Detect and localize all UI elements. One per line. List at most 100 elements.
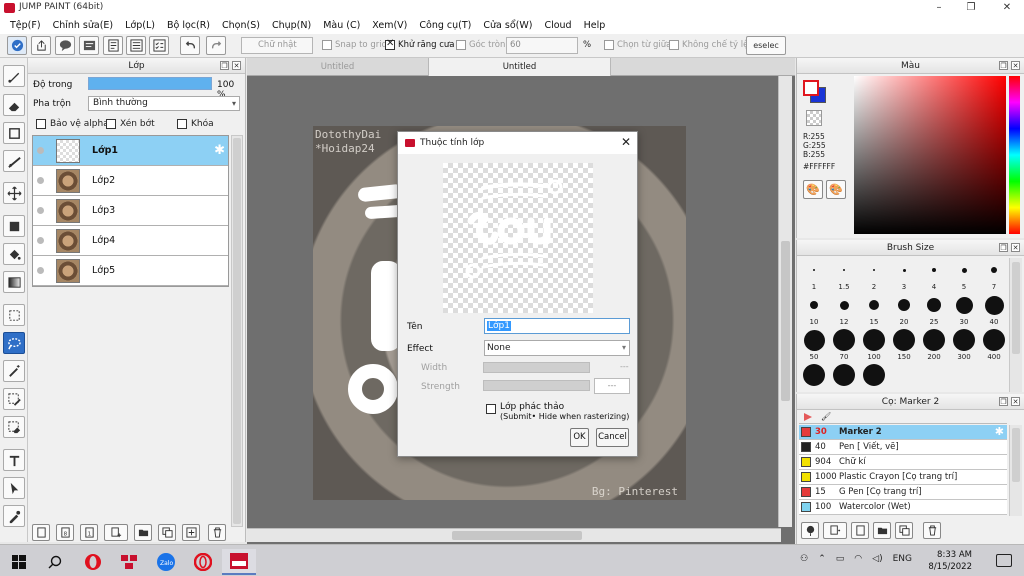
scroll-thumb[interactable] (781, 241, 790, 401)
visibility-icon[interactable] (37, 207, 44, 214)
menu-view[interactable]: Xem(V) (366, 20, 413, 31)
brush-size-cell[interactable]: 12 (829, 293, 859, 330)
sub-tool-row[interactable]: 904 Chữ kí (799, 455, 1007, 470)
brush-category-icon[interactable]: 🖌 (821, 412, 831, 421)
layer-row[interactable]: Lớp4 (33, 226, 228, 256)
panel-float-button[interactable]: ❐ (999, 61, 1008, 70)
layer-row[interactable]: Lớp3 (33, 196, 228, 226)
menu-cloud[interactable]: Cloud (538, 20, 577, 31)
visibility-icon[interactable] (37, 237, 44, 244)
clock[interactable]: 8:33 AM 8/15/2022 (928, 549, 972, 573)
panel-float-button[interactable]: ❐ (999, 243, 1008, 252)
opacity-slider[interactable] (88, 77, 212, 90)
brush-menu-button[interactable] (823, 522, 847, 539)
panel-float-button[interactable]: ❐ (220, 61, 229, 70)
tool-lasso[interactable] (3, 332, 25, 354)
saturation-value-picker[interactable] (854, 76, 1006, 234)
scroll-thumb[interactable] (1012, 428, 1020, 482)
tool-select-pen[interactable] (3, 388, 25, 410)
sketch-layer-checkbox[interactable] (486, 404, 496, 414)
battery-icon[interactable]: ▭ (836, 554, 845, 564)
taskbar-zalo[interactable]: Zalo (149, 549, 183, 575)
effect-select[interactable]: None (484, 340, 630, 356)
brush-size-cell[interactable]: 400 (979, 328, 1009, 365)
delete-layer-button[interactable] (208, 524, 226, 541)
tool-eraser[interactable] (3, 94, 25, 116)
shape-combo[interactable]: Chữ nhật (241, 37, 313, 54)
layer-name-input[interactable]: Lớp1 (484, 318, 630, 334)
hue-slider[interactable] (1009, 76, 1020, 234)
tool-select-rect[interactable] (3, 304, 25, 326)
brush-size-cell[interactable]: 70 (829, 328, 859, 365)
play-icon[interactable] (804, 413, 812, 421)
tool-select-eraser[interactable] (3, 416, 25, 438)
layer-row[interactable]: Lớp2 (33, 166, 228, 196)
clip-checkbox[interactable]: Xén bớt (106, 119, 155, 129)
sub-tool-row[interactable]: 40 Pen [ Viết, vẽ] (799, 440, 1007, 455)
menu-tools[interactable]: Công cụ(T) (413, 20, 477, 31)
menu-capture[interactable]: Chụp(N) (266, 20, 317, 31)
lock-checkbox[interactable]: Khóa (177, 119, 214, 129)
brush-size-cell[interactable]: 150 (889, 328, 919, 365)
taskbar-jump-paint[interactable] (222, 549, 256, 575)
foreground-color-swatch[interactable] (803, 80, 819, 96)
brush-size-cell[interactable]: 1.5 (829, 258, 859, 295)
scroll-thumb[interactable] (452, 531, 582, 540)
menu-select[interactable]: Chọn(S) (216, 20, 266, 31)
tool-line[interactable] (3, 150, 25, 172)
cancel-button[interactable]: Cancel (596, 428, 629, 447)
blend-mode-select[interactable]: Bình thường (88, 96, 240, 111)
brush-size-cell[interactable]: 2 (859, 258, 889, 295)
protect-alpha-checkbox[interactable]: Bảo vệ alpha (36, 119, 109, 129)
notification-icon[interactable] (996, 554, 1012, 567)
palette-edit-button[interactable]: 🎨 (826, 180, 846, 199)
layer-list-scrollbar[interactable] (231, 135, 243, 527)
new-1bit-layer-button[interactable]: 1 (80, 524, 98, 541)
brush-size-cell[interactable]: 4 (919, 258, 949, 295)
visibility-icon[interactable] (37, 147, 44, 154)
new-8bit-layer-button[interactable]: 8 (56, 524, 74, 541)
dialog-close-button[interactable]: ✕ (621, 135, 631, 149)
language-indicator[interactable]: ENG (893, 554, 912, 564)
strength-value-button[interactable]: --- (594, 378, 630, 394)
panel-close-button[interactable]: ✕ (1011, 243, 1020, 252)
fg-bg-swatches[interactable] (803, 80, 827, 104)
menu-filter[interactable]: Bộ lọc(R) (161, 20, 216, 31)
sub-tool-row[interactable]: 15 G Pen [Cọ trang trí] (799, 485, 1007, 500)
add-brush-button[interactable] (801, 522, 819, 539)
chevron-up-icon[interactable]: ⌃ (818, 554, 826, 564)
checklist-button[interactable] (149, 36, 169, 55)
visibility-icon[interactable] (37, 177, 44, 184)
brush-size-cell[interactable]: 10 (799, 293, 829, 330)
brush-size-cell[interactable]: 100 (859, 328, 889, 365)
menu-window[interactable]: Cửa sổ(W) (477, 20, 538, 31)
comment-button[interactable] (55, 36, 75, 55)
snap-to-grid-checkbox[interactable]: Snap to grid (322, 40, 387, 50)
brush-size-cell[interactable]: 30 (949, 293, 979, 330)
list-button[interactable] (126, 36, 146, 55)
new-folder-button[interactable] (134, 524, 152, 541)
brush-size-scrollbar[interactable] (1009, 258, 1022, 392)
tool-magic-wand[interactable] (3, 360, 25, 382)
text-box-button[interactable] (79, 36, 99, 55)
taskbar-opera-gx[interactable] (186, 549, 220, 575)
new-layer-button[interactable] (32, 524, 50, 541)
deselect-button[interactable]: eselec (746, 36, 786, 55)
tab-untitled-1[interactable]: Untitled (247, 58, 429, 76)
tool-rectangle[interactable] (3, 122, 25, 144)
cloud-sync-button[interactable] (7, 36, 27, 55)
ok-button[interactable]: OK (570, 428, 589, 447)
width-slider[interactable] (483, 362, 590, 373)
lock-ratio-checkbox[interactable]: Không chế tỷ lệ (669, 40, 748, 50)
close-window-button[interactable]: ✕ (992, 0, 1022, 16)
document-button[interactable] (103, 36, 123, 55)
layer-row[interactable]: Lớp5 (33, 256, 228, 286)
tab-untitled-2[interactable]: Untitled (429, 58, 611, 76)
minimize-button[interactable]: – (924, 0, 954, 16)
brush-size-cell[interactable]: 15 (859, 293, 889, 330)
redo-button[interactable] (206, 36, 226, 55)
menu-edit[interactable]: Chỉnh sửa(E) (47, 20, 120, 31)
panel-close-button[interactable]: ✕ (1011, 397, 1020, 406)
brush-document-button[interactable] (851, 522, 869, 539)
wifi-icon[interactable]: ◠ (854, 554, 862, 564)
